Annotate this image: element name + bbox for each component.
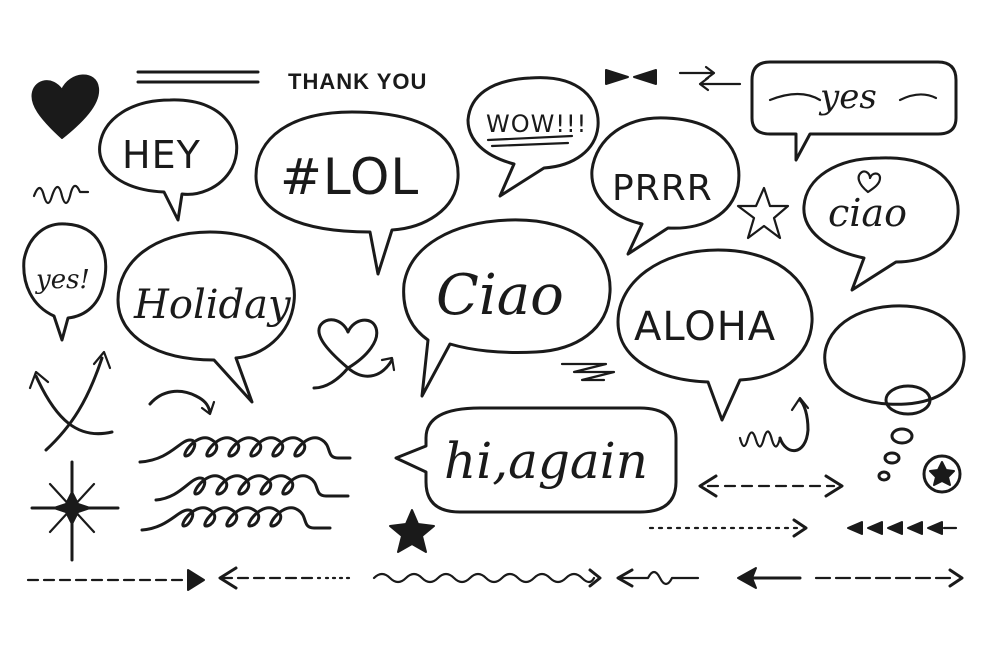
hi-again-label: hi,again: [444, 432, 648, 490]
wow-label: WOW!!!: [486, 110, 587, 138]
squiggle-decoration: [32, 184, 90, 205]
double-line-decoration: [136, 70, 260, 84]
aloha-bubble: ALOHA: [616, 248, 814, 422]
hi-again-bubble: hi,again: [394, 406, 678, 514]
swap-arrows-icon: [678, 65, 742, 92]
ciao-big-label: Ciao: [436, 263, 564, 328]
double-arrowheads-icon: [605, 69, 657, 85]
holiday-bubble: Holiday: [116, 230, 296, 404]
heart-icon: [31, 74, 100, 139]
yes-bubble: yes: [750, 60, 958, 162]
sparkle-burst-icon: [30, 460, 120, 562]
small-heart-icon: [857, 170, 882, 194]
dashed-left-arrow-icon: [218, 566, 354, 590]
curved-arrow-icon: [148, 389, 216, 416]
lol-label: #LOL: [280, 148, 419, 206]
long-dashed-arrow-icon: [814, 568, 964, 588]
star-outline-icon: [736, 186, 790, 240]
dotted-arrow-icon: [648, 518, 808, 538]
ciao-small-label: ciao: [828, 191, 907, 235]
holiday-label: Holiday: [133, 282, 292, 328]
yes-left-bubble: yes!: [22, 222, 108, 342]
aloha-label: ALOHA: [634, 304, 776, 350]
zigzag-decoration: [560, 362, 616, 382]
thought-bubble-icon: [823, 304, 966, 482]
thank-you-label: THANK YOU: [288, 69, 427, 94]
loop-left-arrow-icon: [616, 568, 700, 588]
lol-bubble: #LOL: [254, 110, 460, 276]
yes-left-label: yes!: [35, 265, 90, 295]
star-circle-icon: [922, 454, 962, 494]
chevron-arrows-icon: [847, 521, 958, 535]
prrr-bubble: PRRR: [590, 116, 741, 256]
ciao-small-bubble: ciao: [802, 156, 960, 292]
dashed-double-arrow-icon: [698, 474, 844, 498]
hey-bubble: HEY: [98, 98, 239, 222]
left-arrow-icon: [737, 567, 802, 589]
loop-waves-decoration: [138, 436, 352, 532]
squiggle-up-arrow-icon: [738, 396, 810, 453]
heart-loop-icon: [312, 318, 396, 390]
yes-top-label: yes: [818, 77, 877, 117]
doodle-canvas: THANK YOU yes HEY #LOL WOW!!! PRRR ciao …: [22, 60, 966, 591]
star-filled-icon: [389, 509, 435, 553]
dashed-arrow-icon: [26, 569, 205, 591]
wavy-arrow-icon: [372, 568, 602, 588]
hey-label: HEY: [122, 133, 201, 177]
wow-bubble: WOW!!!: [466, 76, 600, 198]
prrr-label: PRRR: [612, 168, 713, 209]
crossed-arrows-icon: [28, 350, 114, 452]
